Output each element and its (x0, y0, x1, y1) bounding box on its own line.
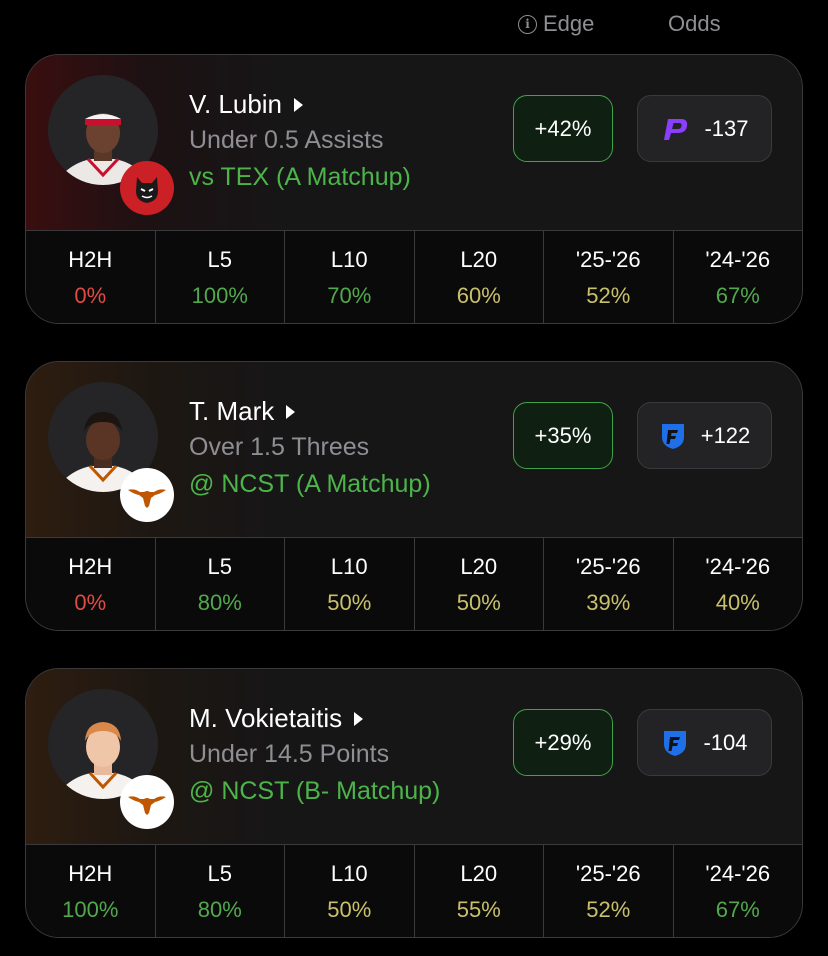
prizepicks-icon (664, 118, 688, 140)
stat-label: L5 (207, 554, 232, 579)
info-icon[interactable]: i (518, 14, 537, 34)
prop-card[interactable]: T. Mark Over 1.5 Threes @ NCST (A Matchu… (25, 361, 803, 631)
stat-season-24-26[interactable]: '24-'26 67% (674, 231, 803, 323)
stat-label: H2H (68, 554, 113, 579)
stat-label: '25-'26 (575, 554, 641, 579)
stat-h2h[interactable]: H2H 0% (26, 231, 156, 323)
stat-value: 100% (191, 283, 248, 308)
stat-h2h[interactable]: H2H 0% (26, 538, 156, 630)
prop-card[interactable]: M. Vokietaitis Under 14.5 Points @ NCST … (25, 668, 803, 938)
stat-label: '25-'26 (575, 247, 641, 272)
nc-state-wolfpack-logo (120, 161, 174, 215)
edge-button[interactable]: +42% (513, 95, 613, 162)
matchup-text: @ NCST (A Matchup) (189, 470, 431, 498)
prop-line: Under 0.5 Assists (189, 126, 384, 154)
stat-l5[interactable]: L5 100% (156, 231, 285, 323)
stat-season-25-26[interactable]: '25-'26 52% (544, 845, 674, 937)
stat-label: L20 (460, 247, 498, 272)
odds-column-header[interactable]: Odds (668, 11, 721, 37)
stat-l5[interactable]: L5 80% (156, 845, 285, 937)
stat-label: L5 (207, 247, 232, 272)
stat-label: L10 (330, 861, 368, 886)
prop-line: Over 1.5 Threes (189, 433, 370, 461)
stat-value: 80% (197, 897, 242, 922)
edge-header-label: Edge (543, 11, 595, 36)
stat-value: 100% (62, 897, 119, 922)
stat-label: L10 (330, 247, 368, 272)
stat-l10[interactable]: L10 70% (285, 231, 415, 323)
stat-season-24-26[interactable]: '24-'26 67% (674, 845, 803, 937)
stat-season-25-26[interactable]: '25-'26 39% (544, 538, 674, 630)
player-name: T. Mark (189, 396, 275, 426)
stat-season-24-26[interactable]: '24-'26 40% (674, 538, 803, 630)
stat-label: '24-'26 (705, 861, 771, 886)
prop-line: Under 14.5 Points (189, 740, 390, 768)
player-name-link[interactable]: V. Lubin (189, 89, 304, 120)
stat-label: L20 (460, 861, 498, 886)
odds-value: +122 (700, 422, 751, 448)
stat-value: 52% (586, 283, 631, 308)
odds-button[interactable]: +122 (637, 402, 772, 469)
edge-button[interactable]: +29% (513, 709, 613, 776)
hit-rate-stats-row: H2H 0% L5 80% L10 50% L20 50% '25-'26 39% '24… (26, 537, 803, 630)
fanduel-icon (661, 423, 684, 449)
stat-value: 39% (586, 590, 631, 615)
odds-value: -104 (703, 729, 748, 755)
stat-value: 0% (74, 590, 107, 615)
stat-value: 67% (715, 283, 760, 308)
stat-label: L20 (460, 554, 498, 579)
stat-value: 80% (197, 590, 242, 615)
stat-value: 55% (456, 897, 501, 922)
stat-label: '25-'26 (575, 861, 641, 886)
stat-l5[interactable]: L5 80% (156, 538, 285, 630)
stat-value: 50% (327, 590, 372, 615)
stat-value: 40% (715, 590, 760, 615)
stat-value: 0% (74, 283, 107, 308)
caret-right-icon (294, 97, 304, 112)
stat-l20[interactable]: L20 50% (415, 538, 544, 630)
stat-season-25-26[interactable]: '25-'26 52% (544, 231, 674, 323)
stat-label: '24-'26 (705, 247, 771, 272)
stat-value: 67% (715, 897, 760, 922)
stat-l20[interactable]: L20 60% (415, 231, 544, 323)
player-name-link[interactable]: M. Vokietaitis (189, 703, 364, 734)
matchup-text: @ NCST (B- Matchup) (189, 777, 441, 805)
caret-right-icon (354, 711, 364, 726)
stat-label: L10 (330, 554, 368, 579)
hit-rate-stats-row: H2H 0% L5 100% L10 70% L20 60% '25-'26 52% '2… (26, 230, 803, 323)
player-name: M. Vokietaitis (189, 703, 343, 733)
prop-card[interactable]: V. Lubin Under 0.5 Assists vs TEX (A Mat… (25, 54, 803, 324)
player-name-link[interactable]: T. Mark (189, 396, 296, 427)
matchup-text: vs TEX (A Matchup) (189, 163, 411, 191)
fanduel-icon (664, 730, 687, 756)
stat-value: 52% (586, 897, 631, 922)
texas-longhorns-logo (120, 775, 174, 829)
stat-label: L5 (207, 861, 232, 886)
stat-l10[interactable]: L10 50% (285, 845, 415, 937)
stat-value: 70% (327, 283, 372, 308)
stat-label: H2H (68, 247, 113, 272)
stat-label: '24-'26 (705, 554, 771, 579)
stat-value: 60% (456, 283, 501, 308)
odds-value: -137 (704, 115, 749, 141)
odds-button[interactable]: -104 (637, 709, 772, 776)
column-header-row: i Edge Odds (0, 0, 828, 50)
player-name: V. Lubin (189, 89, 283, 119)
hit-rate-stats-row: H2H 100% L5 80% L10 50% L20 55% '25-'26 52% '… (26, 844, 803, 937)
stat-value: 50% (456, 590, 501, 615)
edge-button[interactable]: +35% (513, 402, 613, 469)
stat-l20[interactable]: L20 55% (415, 845, 544, 937)
stat-label: H2H (68, 861, 113, 886)
odds-button[interactable]: -137 (637, 95, 772, 162)
texas-longhorns-logo (120, 468, 174, 522)
stat-h2h[interactable]: H2H 100% (26, 845, 156, 937)
stat-value: 50% (327, 897, 372, 922)
caret-right-icon (286, 404, 296, 419)
stat-l10[interactable]: L10 50% (285, 538, 415, 630)
edge-column-header[interactable]: i Edge (518, 11, 594, 37)
